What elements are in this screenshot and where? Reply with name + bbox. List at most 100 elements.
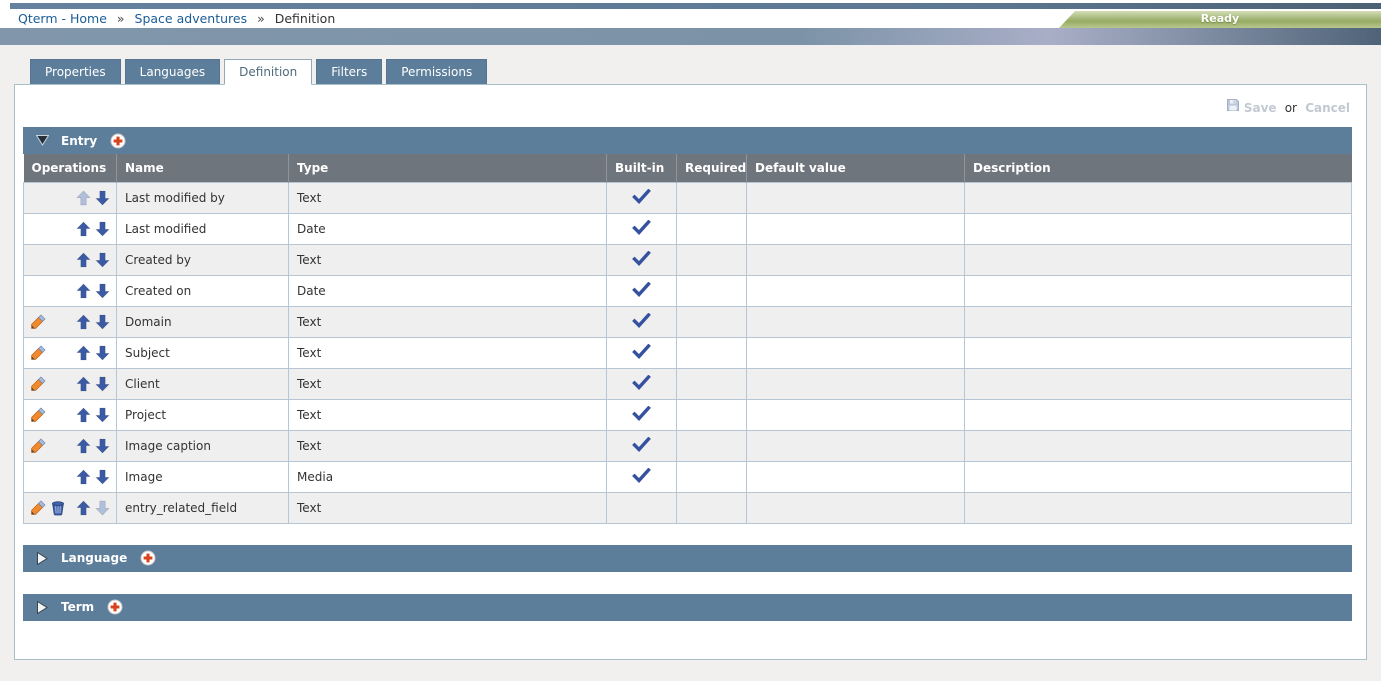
move-up-icon[interactable] [76,345,91,361]
tab-languages[interactable]: Languages [125,59,220,84]
collapse-icon[interactable] [35,135,49,146]
move-up-icon[interactable] [76,469,91,485]
edit-icon[interactable] [30,376,46,392]
required-cell [677,275,747,306]
move-down-icon[interactable] [95,221,110,237]
required-cell [677,368,747,399]
ops-group [30,493,110,523]
main-area: Properties Languages Definition Filters … [0,45,1381,660]
section-entry-header[interactable]: Entry [23,127,1352,154]
ops-group [30,369,110,399]
entry-fields-table: Operations Name Type Built-in Required D… [23,154,1352,524]
checkmark-icon [632,406,651,421]
edit-icon[interactable] [30,438,46,454]
move-up-icon[interactable] [76,500,91,516]
breadcrumb-link-space-adventures[interactable]: Space adventures [135,11,248,26]
move-down-icon[interactable] [95,314,110,330]
breadcrumb-separator: » [117,11,125,26]
add-entry-field-icon[interactable] [109,133,126,149]
move-up-icon[interactable] [76,221,91,237]
add-language-field-icon[interactable] [139,550,156,566]
built-in-cell [607,306,677,337]
col-name: Name [117,154,289,182]
description-cell [965,306,1352,337]
edit-icon[interactable] [30,345,46,361]
move-down-icon[interactable] [95,376,110,392]
add-term-field-icon[interactable] [106,599,123,615]
move-down-icon[interactable] [95,283,110,299]
section-language-header[interactable]: Language [23,545,1352,572]
move-up-icon[interactable] [76,314,91,330]
edit-icon[interactable] [30,314,46,330]
move-up-icon[interactable] [76,252,91,268]
col-type: Type [289,154,607,182]
field-name-cell: Created on [117,275,289,306]
expand-icon[interactable] [35,601,49,614]
tab-properties[interactable]: Properties [30,59,121,84]
move-down-icon[interactable] [95,469,110,485]
field-name-cell: Project [117,399,289,430]
top-accent-strip [10,3,1381,9]
ops-group [30,245,110,275]
field-type-cell: Text [289,306,607,337]
col-operations: Operations [24,154,117,182]
move-up-icon[interactable] [76,376,91,392]
built-in-cell [607,399,677,430]
move-down-icon[interactable] [95,252,110,268]
required-cell [677,461,747,492]
operations-cell [24,399,117,430]
tab-definition[interactable]: Definition [224,59,312,85]
delete-icon[interactable] [50,500,66,516]
save-button[interactable]: Save [1244,101,1277,115]
built-in-cell [607,275,677,306]
table-row: entry_related_fieldText [24,492,1352,523]
field-name-cell: Image caption [117,430,289,461]
operations-cell [24,182,117,213]
default-value-cell [747,306,965,337]
checkmark-icon [632,375,651,390]
tab-filters[interactable]: Filters [316,59,382,84]
move-down-icon[interactable] [95,190,110,206]
section-term-header[interactable]: Term [23,594,1352,621]
edit-icon[interactable] [30,407,46,423]
default-value-cell [747,368,965,399]
description-cell [965,399,1352,430]
built-in-cell [607,182,677,213]
operations-cell [24,430,117,461]
built-in-cell [607,244,677,275]
content-panel: Save or Cancel Entry Operations Name Typ… [14,84,1367,660]
ops-group [30,307,110,337]
field-type-cell: Text [289,182,607,213]
operations-cell [24,306,117,337]
section-title-entry: Entry [61,134,97,148]
tab-permissions[interactable]: Permissions [386,59,487,84]
breadcrumb-link-home[interactable]: Qterm - Home [18,11,107,26]
move-up-icon[interactable] [76,407,91,423]
expand-icon[interactable] [35,552,49,565]
default-value-cell [747,399,965,430]
description-cell [965,461,1352,492]
field-type-cell: Media [289,461,607,492]
ops-group [30,214,110,244]
description-cell [965,337,1352,368]
move-down-icon[interactable] [95,438,110,454]
edit-icon[interactable] [30,500,46,516]
table-row: Last modifiedDate [24,213,1352,244]
description-cell [965,275,1352,306]
field-type-cell: Text [289,492,607,523]
field-type-cell: Date [289,213,607,244]
move-down-icon[interactable] [95,407,110,423]
section-title-term: Term [61,600,94,614]
default-value-cell [747,461,965,492]
breadcrumb-separator: » [257,11,265,26]
built-in-cell [607,461,677,492]
table-header-row: Operations Name Type Built-in Required D… [24,154,1352,182]
default-value-cell [747,430,965,461]
table-row: Image captionText [24,430,1352,461]
move-up-icon[interactable] [76,438,91,454]
checkmark-icon [632,282,651,297]
cancel-button[interactable]: Cancel [1305,101,1350,115]
description-cell [965,182,1352,213]
move-down-icon[interactable] [95,345,110,361]
move-up-icon[interactable] [76,283,91,299]
